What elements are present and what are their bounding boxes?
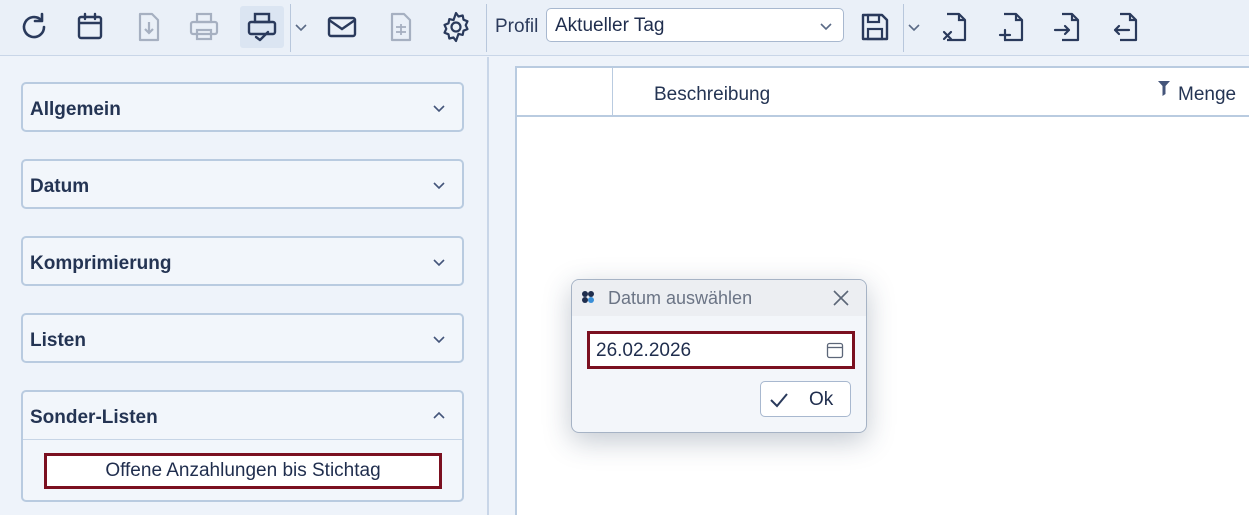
refresh-icon <box>22 12 46 39</box>
profil-label: Profil <box>495 16 539 37</box>
spreadsheet-button[interactable] <box>378 6 422 48</box>
chevron-down-icon <box>433 182 445 190</box>
toolbar-separator <box>903 4 904 52</box>
chevron-down-icon <box>295 24 307 32</box>
spreadsheet-doc-icon <box>390 12 412 42</box>
mail-icon <box>327 16 357 38</box>
ok-button[interactable]: Ok <box>760 381 851 417</box>
date-input[interactable]: 26.02.2026 <box>587 331 855 369</box>
section-allgemein[interactable]: Allgemein <box>21 82 464 132</box>
download-button[interactable] <box>126 6 170 48</box>
import-profile-button[interactable] <box>1046 6 1090 48</box>
chevron-down-icon <box>433 259 445 267</box>
profil-select[interactable]: Aktueller Tag <box>546 8 844 42</box>
print-button[interactable] <box>182 6 226 48</box>
section-title: Komprimierung <box>30 253 172 274</box>
add-profile-button[interactable] <box>990 6 1034 48</box>
date-input-value: 26.02.2026 <box>596 340 692 361</box>
grid-header: Beschreibung Menge <box>517 68 1249 117</box>
print-icon <box>189 12 219 41</box>
chevron-down-icon <box>433 336 445 344</box>
toolbar-separator <box>290 4 291 52</box>
calendar-icon[interactable] <box>826 341 844 359</box>
section-listen[interactable]: Listen <box>21 313 464 363</box>
section-divider <box>23 439 462 440</box>
ok-label: Ok <box>809 389 834 410</box>
calendar-icon <box>77 12 103 40</box>
doc-export-icon <box>1113 12 1138 42</box>
section-title: Allgemein <box>30 99 121 120</box>
save-dropdown-button[interactable] <box>906 19 922 35</box>
chevron-down-icon <box>820 23 832 31</box>
mail-button[interactable] <box>320 6 364 48</box>
section-datum[interactable]: Datum <box>21 159 464 209</box>
section-komprimierung[interactable]: Komprimierung <box>21 236 464 286</box>
gear-icon <box>443 11 469 43</box>
section-title: Datum <box>30 176 90 197</box>
save-button[interactable] <box>853 6 897 48</box>
print-dropdown-button[interactable] <box>293 19 309 35</box>
print-preview-button[interactable] <box>240 6 284 48</box>
checkmark-icon <box>770 393 788 408</box>
doc-add-icon <box>998 12 1024 42</box>
chevron-up-icon <box>433 411 445 419</box>
download-doc-icon <box>138 12 160 42</box>
filter-icon[interactable] <box>1157 80 1171 98</box>
column-header-beschreibung[interactable]: Beschreibung <box>654 84 770 106</box>
date-dialog: Datum auswählen 26.02.2026 Ok <box>571 279 867 433</box>
toolbar-separator <box>486 4 487 52</box>
export-profile-button[interactable] <box>1104 6 1148 48</box>
column-header-menge[interactable]: Menge <box>1178 84 1236 106</box>
toolbar: Profil Aktueller Tag <box>0 0 1249 56</box>
settings-button[interactable] <box>434 6 478 48</box>
print-preview-icon <box>247 12 277 42</box>
close-icon[interactable] <box>832 289 850 307</box>
dialog-titlebar[interactable]: Datum auswählen <box>572 280 866 316</box>
dialog-title: Datum auswählen <box>608 288 753 308</box>
section-sonder-listen[interactable]: Sonder-Listen Offene Anzahlungen bis Sti… <box>21 390 464 502</box>
filter-panel: Allgemein Datum Komprimierung Listen Son… <box>0 57 489 515</box>
chevron-down-icon <box>908 24 920 32</box>
refresh-button[interactable] <box>12 6 56 48</box>
doc-delete-icon <box>942 12 967 42</box>
offene-anzahlungen-button[interactable]: Offene Anzahlungen bis Stichtag <box>44 453 442 489</box>
delete-profile-button[interactable] <box>933 6 977 48</box>
column-divider <box>612 68 613 117</box>
app-logo-icon <box>582 291 594 303</box>
doc-import-icon <box>1053 12 1080 42</box>
save-icon <box>861 13 889 41</box>
calendar-button[interactable] <box>68 6 112 48</box>
chevron-down-icon <box>433 105 445 113</box>
section-title: Sonder-Listen <box>30 407 158 428</box>
section-title: Listen <box>30 330 86 351</box>
profil-select-value: Aktueller Tag <box>555 15 665 36</box>
